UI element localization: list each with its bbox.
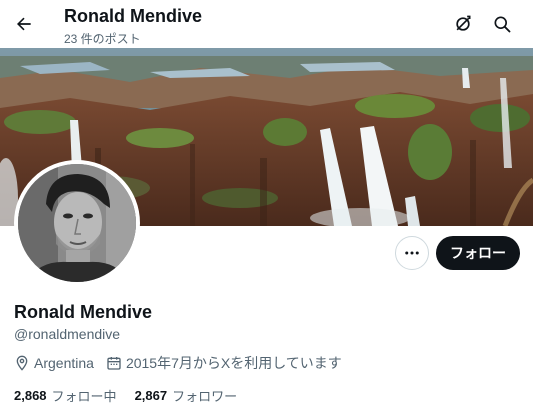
refresh-icon [456,15,471,31]
avatar-image [18,164,136,282]
header-title: Ronald Mendive [64,6,203,26]
profile-stats: 2,868 フォロー中 2,867 フォロワー [14,386,255,405]
more-button[interactable] [395,236,429,270]
profile-meta: Argentina 2015年7月からXを利用しています [14,354,354,372]
search-icon [494,16,511,33]
joined-text: 2015年7月からXを利用しています [125,355,342,371]
refresh-button[interactable] [449,10,477,38]
followers-count: 2,867 [134,388,168,403]
arrow-left-icon [17,17,31,31]
location-item: Argentina [14,355,94,371]
location-pin-icon [16,355,28,371]
profile-handle: @ronaldmendive [14,326,121,342]
following-label: フォロー中 [51,389,117,404]
post-count: 23 件のポスト [64,32,141,46]
following-link[interactable]: 2,868 フォロー中 [14,386,117,405]
location-text: Argentina [34,355,94,371]
more-icon [405,251,419,255]
follow-button[interactable]: フォロー [436,236,520,270]
search-button[interactable] [488,10,516,38]
followers-link[interactable]: 2,867 フォロワー [135,386,238,405]
profile-display-name: Ronald Mendive [14,302,153,322]
avatar[interactable] [14,160,140,286]
followers-label: フォロワー [172,389,238,404]
back-button[interactable] [8,8,40,40]
following-count: 2,868 [14,388,47,403]
top-bar: Ronald Mendive 23 件のポスト [0,0,533,48]
calendar-icon [107,357,121,370]
joined-item: 2015年7月からXを利用しています [106,353,342,373]
